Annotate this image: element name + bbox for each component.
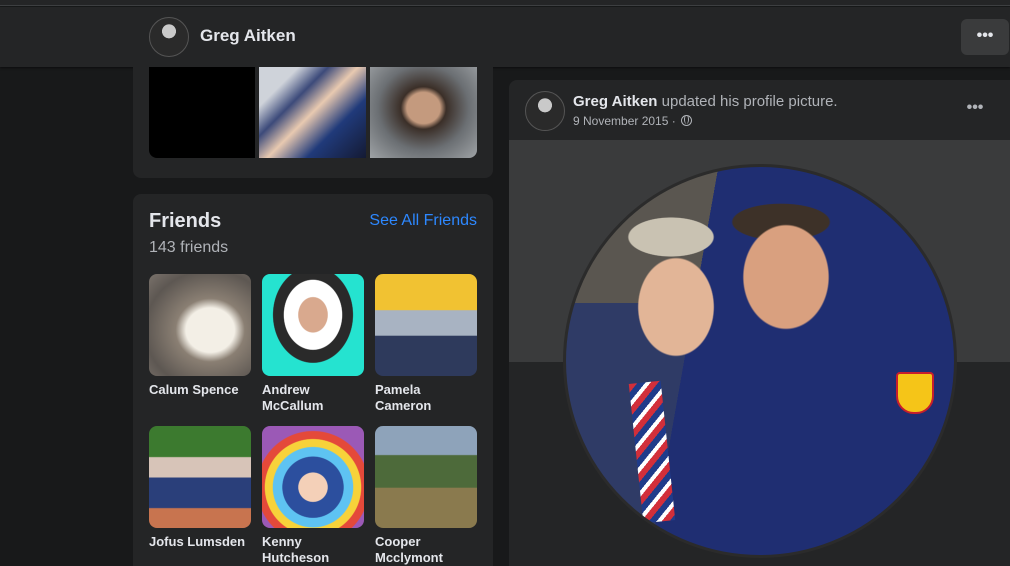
profile-name[interactable]: Greg Aitken (200, 26, 296, 46)
post-date[interactable]: 9 November 2015 (573, 114, 668, 128)
friend-photo[interactable] (375, 274, 477, 376)
photos-card (133, 67, 493, 178)
friend-photo[interactable] (262, 274, 364, 376)
globe-icon (681, 115, 693, 126)
post-header-line: Greg Aitken updated his profile picture. (573, 93, 838, 110)
post-author-avatar[interactable] (525, 91, 565, 131)
post-more-options-button[interactable]: ••• (959, 93, 991, 125)
friend-photo[interactable] (149, 426, 251, 528)
post-card: Greg Aitken updated his profile picture.… (509, 80, 1010, 566)
friend-photo[interactable] (149, 274, 251, 376)
post-author-name[interactable]: Greg Aitken (573, 93, 657, 110)
friend-photo[interactable] (375, 426, 477, 528)
friend-item[interactable]: Cooper Mcclymont (375, 426, 477, 566)
friend-name[interactable]: Andrew McCallum (262, 382, 364, 414)
scarf-shape (628, 380, 676, 524)
more-options-button[interactable]: ••• (961, 19, 1009, 55)
friends-card: Friends See All Friends 143 friends Calu… (133, 194, 493, 566)
friend-name[interactable]: Pamela Cameron (375, 382, 477, 414)
friend-name[interactable]: Jofus Lumsden (149, 534, 251, 550)
friend-name[interactable]: Kenny Hutcheson (262, 534, 364, 566)
friend-name[interactable]: Calum Spence (149, 382, 251, 398)
friend-item[interactable]: Pamela Cameron (375, 274, 477, 414)
photo-thumbnail[interactable] (149, 67, 255, 158)
friend-name[interactable]: Cooper Mcclymont (375, 534, 477, 566)
profile-picture-image[interactable] (563, 164, 957, 558)
see-all-friends-link[interactable]: See All Friends (369, 212, 477, 230)
profile-sticky-header: Greg Aitken ••• (0, 7, 1010, 67)
friend-item[interactable]: Andrew McCallum (262, 274, 364, 414)
photo-thumbnail[interactable] (370, 67, 477, 158)
friend-photo[interactable] (262, 426, 364, 528)
friends-title[interactable]: Friends (149, 210, 221, 233)
friend-item[interactable]: Jofus Lumsden (149, 426, 251, 550)
friend-item[interactable]: Calum Spence (149, 274, 251, 398)
crest-badge (896, 372, 934, 414)
friends-count: 143 friends (149, 239, 229, 256)
top-navigation-bar (0, 0, 1010, 6)
avatar[interactable] (149, 17, 189, 57)
post-action-text: updated his profile picture. (657, 93, 838, 110)
post-meta: 9 November 2015 · (573, 114, 693, 128)
post-date-separator: · (668, 114, 680, 128)
photo-thumbnail[interactable] (259, 67, 366, 158)
friend-item[interactable]: Kenny Hutcheson (262, 426, 364, 566)
